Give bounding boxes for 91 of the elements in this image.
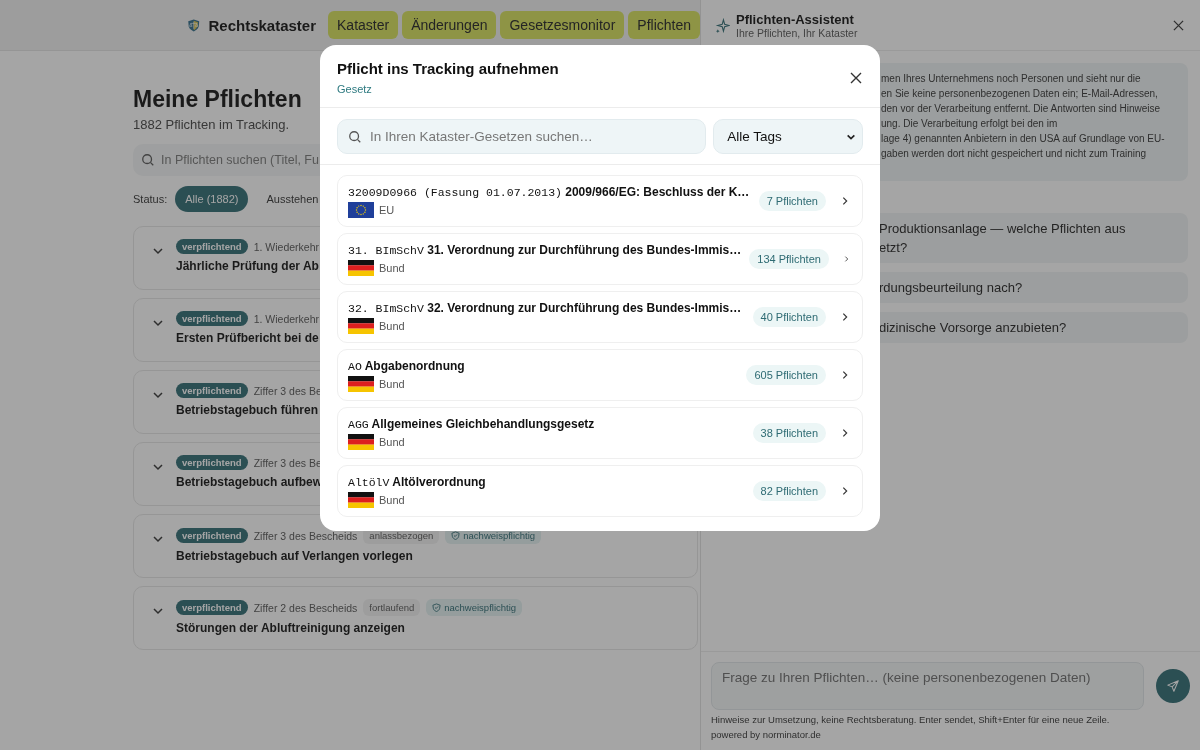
chevron-down-icon[interactable] [152,605,164,617]
german-flag-icon [348,317,374,334]
status-badge: verpflichtend [176,383,248,398]
german-flag-icon [348,433,374,450]
modal-title: Pflicht ins Tracking aufnehmen [337,60,560,77]
law-title: 32009D0966 (Fassung 01.07.2013) 2009/966/EG: Beschluss der K… [348,184,751,199]
law-row[interactable]: 32009D0966 (Fassung 01.07.2013) 2009/966/EG: Beschluss der K… EU 7 Pflichten [337,175,863,227]
close-icon[interactable] [1173,19,1184,31]
status-badge: verpflichtend [176,239,248,254]
tag: fortlaufend [363,599,421,616]
chevron-right-icon [840,428,850,438]
status-label: Status: [133,193,168,205]
law-row[interactable]: AltölV Altölverordnung Bund 82 Pflichten [337,465,863,517]
nav-button[interactable]: Änderungen [402,11,497,39]
chevron-down-icon[interactable] [152,533,164,545]
jurisdiction-label: Bund [379,493,405,506]
chevron-right-icon [840,370,850,380]
source-text: Ziffer 2 des Bescheids [253,601,358,614]
send-icon [1166,679,1181,693]
law-row[interactable]: 32. BImSchV 32. Verordnung zur Durchführung des Bundes-Immis… Bund 40 Pflichten [337,291,863,343]
hint-text: Hinweise zur Umsetzung, keine Rechtsberatung. Enter sendet, Shift+Enter für eine neue Zeile. [711,714,1111,725]
nav-button[interactable]: Kataster [328,11,399,39]
send-button[interactable] [1156,669,1190,703]
question-input[interactable]: Frage zu Ihren Pflichten… (keine personenbezogenen Daten) [711,662,1145,710]
obligation-title: Betriebstagebuch führen [176,403,320,417]
law-title: AGG Allgemeines Gleichbehandlungsgesetz [348,416,596,431]
jurisdiction-label: Bund [379,319,405,332]
law-row[interactable]: 31. BImSchV 31. Verordnung zur Durchführung des Bundes-Immis… Bund 134 Pflichten [337,233,863,285]
jurisdiction-label: Bund [379,435,405,448]
notice-text: men Ihres Unternehmens noch Personen und sieht nur die en Sie keine personenbezogenen Daten ein; E-Mail-Adressen, den vor der Verarbeitung entfernt. Die Antworten sind Hinweise ung. Die Verarbeitung erfolgt bei den im lage 4) genannten Anbietern in den USA auf Grundlage von EU- gaben werden dort nicht gespeichert und nicht zum Training [881,72,1166,161]
tag-label: nachweispflichtig [463,530,536,541]
page-subtitle: 1882 Pflichten im Tracking. [133,117,290,132]
german-flag-icon [348,259,374,276]
powered-by-text: powered by norminator.de [711,729,822,740]
count-badge: 7 Pflichten [758,191,826,211]
close-icon[interactable] [850,72,862,84]
obligation-title: Betriebstagebuch auf Verlangen vorlegen [176,549,414,563]
chevron-right-icon [842,254,850,264]
obligation-title: Ersten Prüfbericht bei de [176,331,319,345]
nav-button[interactable]: Gesetzesmonitor [500,11,625,39]
count-badge: 38 Pflichten [752,423,826,443]
jurisdiction-label: Bund [379,261,405,274]
status-badge: verpflichtend [176,528,248,543]
tag-label: nachweispflichtig [444,602,517,613]
law-row[interactable]: AO Abgabenordnung Bund 605 Pflichten [337,349,863,401]
search-icon [141,153,155,167]
tag-dropdown[interactable]: Alle Tags [713,119,863,154]
count-badge: 605 Pflichten [746,365,826,385]
chevron-down-icon[interactable] [152,389,164,401]
count-badge: 134 Pflichten [749,249,829,269]
law-row[interactable]: AGG Allgemeines Gleichbehandlungsgesetz Bund 38 Pflichten [337,407,863,459]
chevron-right-icon [840,312,850,322]
search-placeholder: In Ihren Kataster-Gesetzen suchen… [370,129,593,144]
status-badge: verpflichtend [176,455,248,470]
chevron-right-icon [840,196,850,206]
chevron-down-icon[interactable] [152,245,164,257]
status-badge: verpflichtend [176,311,248,326]
shield-check-icon [432,603,442,612]
brand-name: Rechtskataster [208,16,317,34]
status-badge: verpflichtend [176,600,248,615]
law-title: AO Abgabenordnung [348,358,466,373]
assistant-subtitle: Ihre Pflichten, Ihr Kataster [736,26,859,39]
obligation-card[interactable]: verpflichtend Ziffer 2 des Bescheids fortlaufend nachweispflichtig Störungen der Abluftreinigung anzeigen [133,586,698,650]
status-filter[interactable]: Ausstehen [256,186,329,212]
source-text: 1. Wiederkehr [253,240,319,253]
jurisdiction-label: EU [379,203,395,216]
status-filter[interactable]: Alle (1882) [175,186,249,212]
law-title: AltölV Altölverordnung [348,474,487,489]
jurisdiction-label: Bund [379,377,405,390]
german-flag-icon [348,491,374,508]
source-text: Ziffer 3 des Bescheids [253,529,358,542]
obligation-title: Störungen der Abluftreinigung anzeigen [176,621,406,635]
nav-button[interactable]: Pflichten [628,11,700,39]
german-flag-icon [348,375,374,392]
chevron-right-icon [840,486,850,496]
chevron-down-icon[interactable] [152,317,164,329]
sparkle-icon [715,17,730,33]
search-icon [348,129,362,144]
search-placeholder: In Pflichten suchen (Titel, Fu [161,153,319,167]
source-text: 1. Wiederkehr [253,312,319,325]
page-title: Meine Pflichten [133,86,302,113]
count-badge: 82 Pflichten [752,481,826,501]
modal-subtitle: Gesetz [337,83,373,95]
law-title: 32. BImSchV 32. Verordnung zur Durchführung des Bundes-Immis… [348,300,743,315]
shield-check-icon [451,531,461,540]
search-field[interactable]: In Ihren Kataster-Gesetzen suchen… [337,119,707,154]
obligation-title: Jährliche Prüfung der Ab [176,259,319,273]
eu-flag-icon [348,201,374,218]
count-badge: 40 Pflichten [752,307,826,327]
chevron-down-icon[interactable] [152,461,164,473]
assistant-title: Pflichten-Assistent [736,11,855,27]
